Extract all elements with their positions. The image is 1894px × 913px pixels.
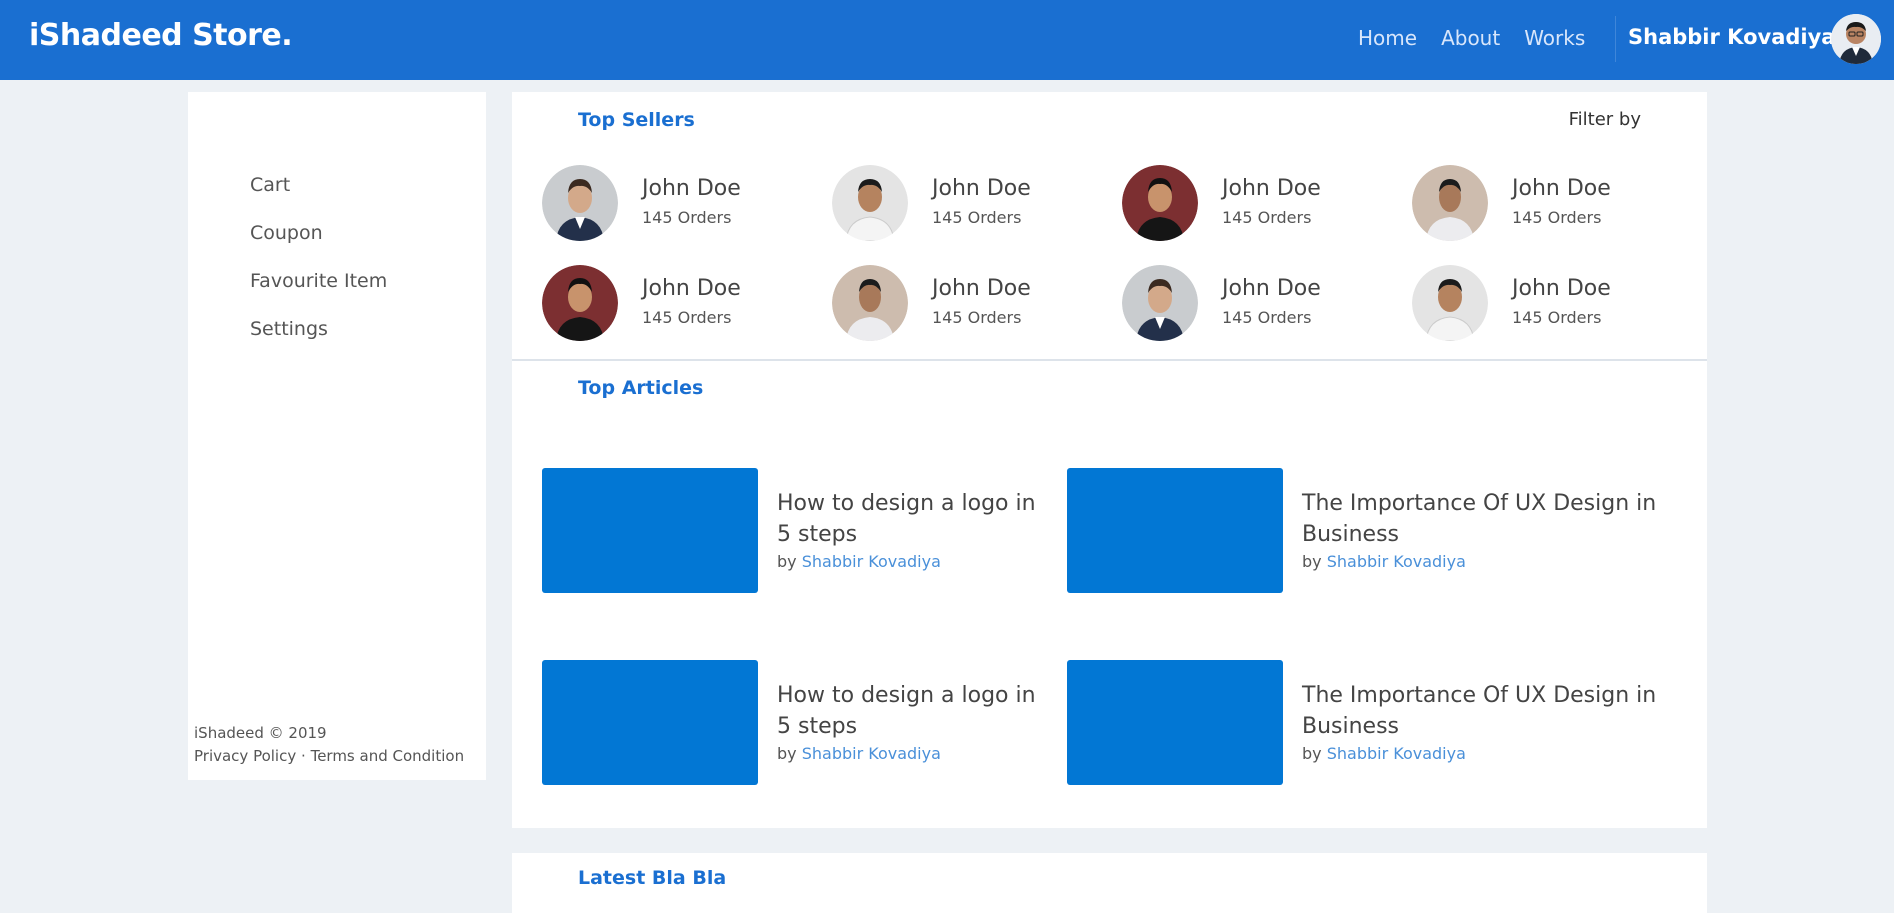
top-sellers-title: Top Sellers xyxy=(578,109,695,131)
article-card: How to design a logo in 5 steps by Shabb… xyxy=(542,660,1042,786)
seller-name: John Doe xyxy=(1222,176,1321,201)
article-author-link[interactable]: Shabbir Kovadiya xyxy=(802,552,941,571)
seller-card[interactable]: John Doe 145 Orders xyxy=(1412,165,1682,243)
top-navbar: iShadeed Store. Home About Works Shabbir… xyxy=(0,0,1894,80)
article-thumbnail[interactable] xyxy=(1067,660,1283,785)
seller-card[interactable]: John Doe 145 Orders xyxy=(1122,265,1392,343)
nav-works-link[interactable]: Works xyxy=(1524,26,1585,50)
latest-title: Latest Bla Bla xyxy=(578,867,727,889)
article-byline: by Shabbir Kovadiya xyxy=(777,744,941,763)
article-title[interactable]: How to design a logo in 5 steps xyxy=(777,488,1047,550)
seller-avatar xyxy=(542,265,618,341)
byline-prefix: by xyxy=(1302,552,1322,571)
seller-name: John Doe xyxy=(932,176,1031,201)
seller-name: John Doe xyxy=(1512,276,1611,301)
terms-link[interactable]: Terms and Condition xyxy=(311,747,465,765)
seller-avatar xyxy=(832,165,908,241)
seller-card[interactable]: John Doe 145 Orders xyxy=(1412,265,1682,343)
sidebar-menu: Cart Coupon Favourite Item Settings xyxy=(250,174,387,366)
seller-name: John Doe xyxy=(642,176,741,201)
article-title[interactable]: The Importance Of UX Design in Business xyxy=(1302,680,1662,742)
top-articles-title: Top Articles xyxy=(578,377,704,399)
seller-orders: 145 Orders xyxy=(642,308,732,327)
sidebar-item-coupon[interactable]: Coupon xyxy=(250,222,387,270)
seller-avatar xyxy=(542,165,618,241)
seller-avatar xyxy=(1122,165,1198,241)
user-avatar-icon xyxy=(1831,14,1881,64)
seller-avatar xyxy=(1412,165,1488,241)
seller-card[interactable]: John Doe 145 Orders xyxy=(542,165,812,243)
article-byline: by Shabbir Kovadiya xyxy=(1302,744,1466,763)
article-thumbnail[interactable] xyxy=(542,660,758,785)
article-thumbnail[interactable] xyxy=(542,468,758,593)
article-byline: by Shabbir Kovadiya xyxy=(1302,552,1466,571)
article-card: The Importance Of UX Design in Business … xyxy=(1067,468,1656,594)
sidebar-item-favourite[interactable]: Favourite Item xyxy=(250,270,387,318)
article-title[interactable]: How to design a logo in 5 steps xyxy=(777,680,1047,742)
article-author-link[interactable]: Shabbir Kovadiya xyxy=(1327,552,1466,571)
article-author-link[interactable]: Shabbir Kovadiya xyxy=(1327,744,1466,763)
brand-logo[interactable]: iShadeed Store. xyxy=(29,18,293,53)
seller-orders: 145 Orders xyxy=(642,208,732,227)
article-card: How to design a logo in 5 steps by Shabb… xyxy=(542,468,1042,594)
user-avatar[interactable] xyxy=(1831,14,1881,64)
sidebar-item-cart[interactable]: Cart xyxy=(250,174,387,222)
copyright-text: iShadeed © 2019 xyxy=(194,724,327,742)
user-name[interactable]: Shabbir Kovadiya xyxy=(1628,25,1835,49)
top-sellers-card: Top Sellers Filter by John Doe 145 Order… xyxy=(512,92,1707,361)
nav-home-link[interactable]: Home xyxy=(1358,26,1417,50)
byline-prefix: by xyxy=(1302,744,1322,763)
sidebar-footer: iShadeed © 2019 Privacy Policy · Terms a… xyxy=(194,722,464,768)
seller-avatar xyxy=(832,265,908,341)
top-articles-card: Top Articles How to design a logo in 5 s… xyxy=(512,361,1707,828)
latest-card: Latest Bla Bla xyxy=(512,853,1707,913)
seller-avatar xyxy=(1122,265,1198,341)
article-byline: by Shabbir Kovadiya xyxy=(777,552,941,571)
seller-orders: 145 Orders xyxy=(1222,208,1312,227)
footer-separator: · xyxy=(301,747,306,765)
article-thumbnail[interactable] xyxy=(1067,468,1283,593)
seller-name: John Doe xyxy=(1222,276,1321,301)
seller-orders: 145 Orders xyxy=(932,308,1022,327)
seller-card[interactable]: John Doe 145 Orders xyxy=(832,165,1102,243)
seller-card[interactable]: John Doe 145 Orders xyxy=(542,265,812,343)
seller-avatar xyxy=(1412,265,1488,341)
seller-card[interactable]: John Doe 145 Orders xyxy=(832,265,1102,343)
filter-by-button[interactable]: Filter by xyxy=(1569,109,1641,130)
seller-orders: 145 Orders xyxy=(1512,308,1602,327)
seller-name: John Doe xyxy=(642,276,741,301)
sidebar: Cart Coupon Favourite Item Settings iSha… xyxy=(188,92,486,780)
nav-about-link[interactable]: About xyxy=(1441,26,1500,50)
seller-name: John Doe xyxy=(1512,176,1611,201)
article-title[interactable]: The Importance Of UX Design in Business xyxy=(1302,488,1662,550)
privacy-policy-link[interactable]: Privacy Policy xyxy=(194,747,296,765)
byline-prefix: by xyxy=(777,552,797,571)
main-nav: Home About Works xyxy=(1358,26,1609,50)
article-card: The Importance Of UX Design in Business … xyxy=(1067,660,1656,786)
seller-orders: 145 Orders xyxy=(932,208,1022,227)
seller-orders: 145 Orders xyxy=(1222,308,1312,327)
nav-divider xyxy=(1615,16,1616,62)
seller-card[interactable]: John Doe 145 Orders xyxy=(1122,165,1392,243)
byline-prefix: by xyxy=(777,744,797,763)
seller-orders: 145 Orders xyxy=(1512,208,1602,227)
sidebar-item-settings[interactable]: Settings xyxy=(250,318,387,366)
seller-name: John Doe xyxy=(932,276,1031,301)
article-author-link[interactable]: Shabbir Kovadiya xyxy=(802,744,941,763)
